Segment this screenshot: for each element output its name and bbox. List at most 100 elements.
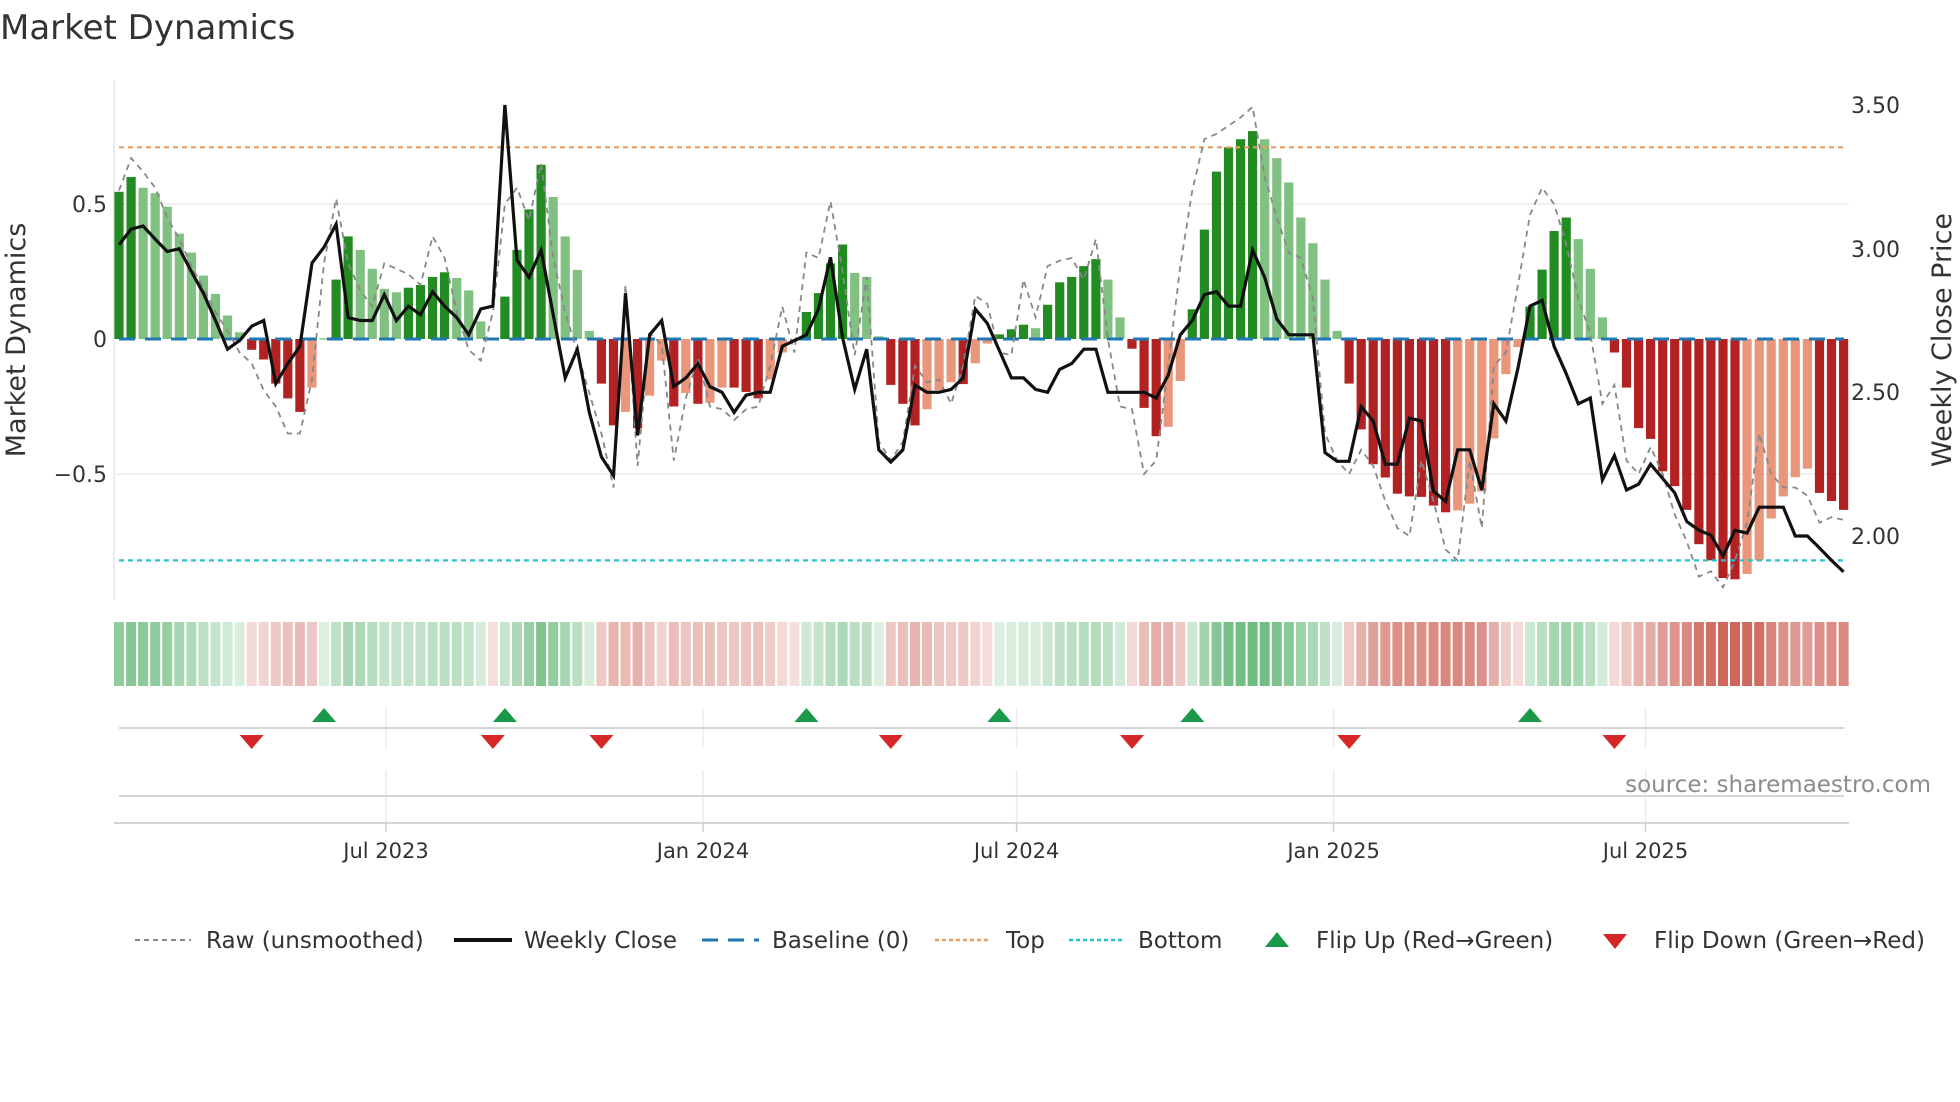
strip-cell [729, 622, 740, 686]
strip-cell [427, 622, 438, 686]
strip-cell [1102, 622, 1113, 686]
strip-cell [331, 622, 342, 686]
strip-cell [1790, 622, 1801, 686]
flip-up-marker [1180, 708, 1205, 722]
strip-cell [536, 622, 547, 686]
strip-cell [668, 622, 679, 686]
legend-bottom-label: Bottom [1138, 928, 1222, 954]
ytick-right-label: 3.00 [1851, 238, 1900, 263]
flip-panel-gridlines [385, 708, 1647, 822]
strip-cell [174, 622, 185, 686]
bar-negative [946, 339, 956, 383]
strip-cell [126, 622, 137, 686]
strip-cell [1139, 622, 1150, 686]
strip-cell [1259, 622, 1270, 686]
bar-positive [1260, 139, 1270, 339]
bar-negative [1609, 339, 1619, 353]
flip-up-marker [1518, 708, 1543, 722]
bar-negative [753, 339, 763, 399]
strip-cell [1476, 622, 1487, 686]
strip-cell [1802, 622, 1813, 686]
strip-cell [1295, 622, 1306, 686]
bar-negative [1718, 339, 1728, 578]
strip-cell [367, 622, 378, 686]
chart-title: Market Dynamics [0, 8, 295, 48]
flip-down-marker [480, 735, 505, 749]
bar-negative [729, 339, 739, 388]
bar-negative [1621, 339, 1632, 388]
bar-positive [1236, 139, 1246, 339]
bar-negative [1416, 339, 1427, 497]
strip-cell [258, 622, 269, 686]
strip-cell [234, 622, 245, 686]
strip-cell [1356, 622, 1367, 686]
ytick-left-label: 0.5 [72, 193, 107, 218]
strip-cell [1175, 622, 1186, 686]
strip-cell [307, 622, 317, 686]
strip-cell [608, 622, 619, 686]
strip-cell [1151, 622, 1162, 686]
bar-negative [1658, 339, 1668, 472]
bar-positive [1320, 279, 1330, 339]
strip-cell [1392, 622, 1403, 686]
bar-positive [1573, 239, 1583, 339]
bar-positive [1211, 171, 1222, 339]
flip-up-marker [987, 708, 1012, 722]
strip-cell [717, 622, 727, 686]
strip-cell [849, 622, 860, 686]
strip-cell [1127, 622, 1137, 686]
x-axis-ticks: Jul 2023 Jan 2024 Jul 2024 Jan 2025 Jul 2025 [341, 823, 1688, 863]
strip-cell [1115, 622, 1125, 686]
strip-cell [222, 622, 233, 686]
strip-cell [1609, 622, 1620, 686]
strip-cell [1066, 622, 1077, 686]
bar-negative [1670, 339, 1680, 487]
strip-cell [1573, 622, 1584, 686]
bar-negative [970, 339, 980, 364]
bar-positive [572, 269, 582, 339]
strip-cell [1211, 622, 1222, 686]
strip-cell [1054, 622, 1065, 686]
strip-cell [1766, 622, 1777, 686]
strip-cell [186, 622, 197, 686]
strip-cell [1669, 622, 1680, 686]
strip-cell [548, 622, 559, 686]
strip-cell [391, 622, 402, 686]
bar-negative [1706, 339, 1716, 561]
y-axis-label-right: Weekly Close Price [1927, 213, 1958, 467]
strip-cell [596, 622, 607, 686]
bar-negative [1826, 339, 1837, 501]
bar-positive [1043, 304, 1053, 339]
strip-cell [1681, 622, 1692, 686]
strip-cell [656, 622, 667, 686]
bar-positive [560, 236, 570, 339]
strip-cell [982, 622, 993, 686]
raw-unsmoothed-line [118, 105, 1844, 590]
strip-cell [1199, 622, 1210, 686]
strip-cell [644, 622, 655, 686]
strip-cell [1416, 622, 1427, 686]
legend-baseline-label: Baseline (0) [772, 928, 909, 954]
strip-cell [1090, 622, 1101, 686]
bar-positive [1115, 317, 1125, 339]
ytick-left-label: 0 [93, 328, 107, 353]
strip-cell [1235, 622, 1246, 686]
bar-negative [910, 339, 920, 426]
legend: Raw (unsmoothed) Weekly Close Baseline (… [135, 928, 1925, 954]
strip-cell [439, 622, 450, 686]
strip-cell [1778, 622, 1789, 686]
strip-cell [379, 622, 390, 686]
strip-cell [1030, 622, 1041, 686]
strip-cell [1368, 622, 1379, 686]
legend-raw-label: Raw (unsmoothed) [206, 928, 424, 954]
bar-positive [162, 206, 172, 339]
strip-cell [813, 622, 824, 686]
strip-cell [138, 622, 149, 686]
bar-positive [1332, 330, 1342, 339]
bar-positive [1308, 243, 1318, 339]
legend-flip-down-icon [1603, 934, 1627, 949]
bar-positive [222, 315, 233, 339]
legend-close-label: Weekly Close [524, 928, 677, 954]
strip-cell [922, 622, 932, 686]
strip-cell [680, 622, 691, 686]
